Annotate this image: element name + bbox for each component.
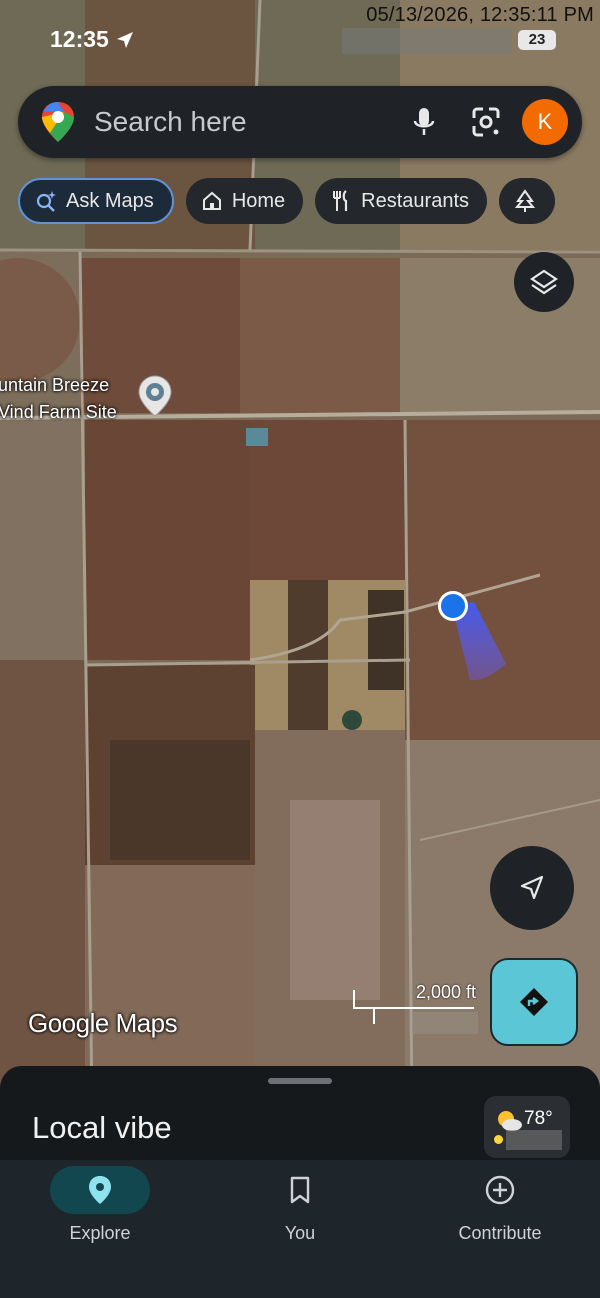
place-pin-icon[interactable] xyxy=(136,374,174,418)
place-label[interactable]: untain Breeze Vind Farm Site xyxy=(0,372,117,426)
place-label-line2: Vind Farm Site xyxy=(0,402,117,422)
bottom-navigation: Explore You Contribute xyxy=(0,1160,600,1298)
search-input[interactable]: Search here xyxy=(94,106,404,138)
home-icon xyxy=(202,191,221,210)
chip-home[interactable]: Home xyxy=(185,178,304,224)
scale-label: 2,000 ft xyxy=(415,982,476,1002)
nav-label: Contribute xyxy=(458,1223,542,1243)
current-location-dot xyxy=(438,591,468,621)
plus-circle-icon xyxy=(485,1175,515,1205)
status-bar-time: 12:35 xyxy=(50,26,135,53)
nav-icon-container xyxy=(450,1166,550,1214)
chip-ask-maps[interactable]: Ask Maps xyxy=(18,178,174,224)
map-layers-button[interactable] xyxy=(514,252,574,312)
search-bar[interactable]: Search here K xyxy=(18,86,582,158)
satellite-imagery xyxy=(0,0,600,1100)
nav-icon-container xyxy=(250,1166,350,1214)
sheet-drag-handle[interactable] xyxy=(268,1078,332,1084)
chip-label: Home xyxy=(231,189,286,212)
google-lens-icon[interactable] xyxy=(466,102,506,142)
directions-button[interactable] xyxy=(490,958,578,1046)
nav-label: You xyxy=(284,1223,316,1243)
nav-icon-container xyxy=(50,1166,150,1214)
navigation-arrow-icon xyxy=(520,875,544,900)
chip-label: Ask Maps xyxy=(66,189,154,212)
tree-icon xyxy=(514,189,536,212)
category-chips: Ask Maps Home Restaurants xyxy=(18,178,556,224)
weather-temperature: 78° xyxy=(524,1108,553,1129)
account-avatar[interactable]: K xyxy=(522,99,568,145)
pin-icon xyxy=(89,1176,111,1204)
battery-indicator: 23 xyxy=(518,30,556,50)
chip-restaurants[interactable]: Restaurants xyxy=(315,178,488,224)
bookmark-icon xyxy=(290,1176,310,1204)
nav-explore[interactable]: Explore xyxy=(0,1160,200,1298)
microphone-icon[interactable] xyxy=(404,102,444,142)
nav-contribute[interactable]: Contribute xyxy=(400,1160,600,1298)
nav-label: Explore xyxy=(69,1223,131,1243)
weather-sun-dot xyxy=(494,1135,503,1144)
sparkle-search-icon xyxy=(36,191,56,212)
my-location-button[interactable] xyxy=(490,846,574,930)
clock: 12:35 xyxy=(50,26,109,52)
google-maps-attribution: Google Maps xyxy=(28,1008,178,1038)
satellite-map[interactable] xyxy=(0,0,600,1100)
sheet-title: Local vibe xyxy=(32,1110,172,1145)
screenshot-timestamp: 05/13/2026, 12:35:11 PM xyxy=(366,4,594,26)
weather-redacted xyxy=(506,1130,562,1150)
weather-widget[interactable]: 78° xyxy=(484,1096,570,1158)
google-maps-logo-icon xyxy=(42,102,74,142)
chip-label: Restaurants xyxy=(361,189,470,212)
location-arrow-icon xyxy=(116,31,133,48)
status-bar-redacted xyxy=(342,28,512,54)
place-label-line1: untain Breeze xyxy=(0,375,110,395)
nav-you[interactable]: You xyxy=(200,1160,400,1298)
scale-redacted xyxy=(412,1012,478,1034)
chip-parks[interactable] xyxy=(499,178,556,224)
directions-icon xyxy=(520,988,548,1016)
fork-knife-icon xyxy=(333,190,348,211)
bottom-sheet[interactable]: Local vibe 78° xyxy=(0,1066,600,1166)
layers-icon xyxy=(530,269,558,295)
map-scale: 2,000 ft xyxy=(352,982,480,1034)
